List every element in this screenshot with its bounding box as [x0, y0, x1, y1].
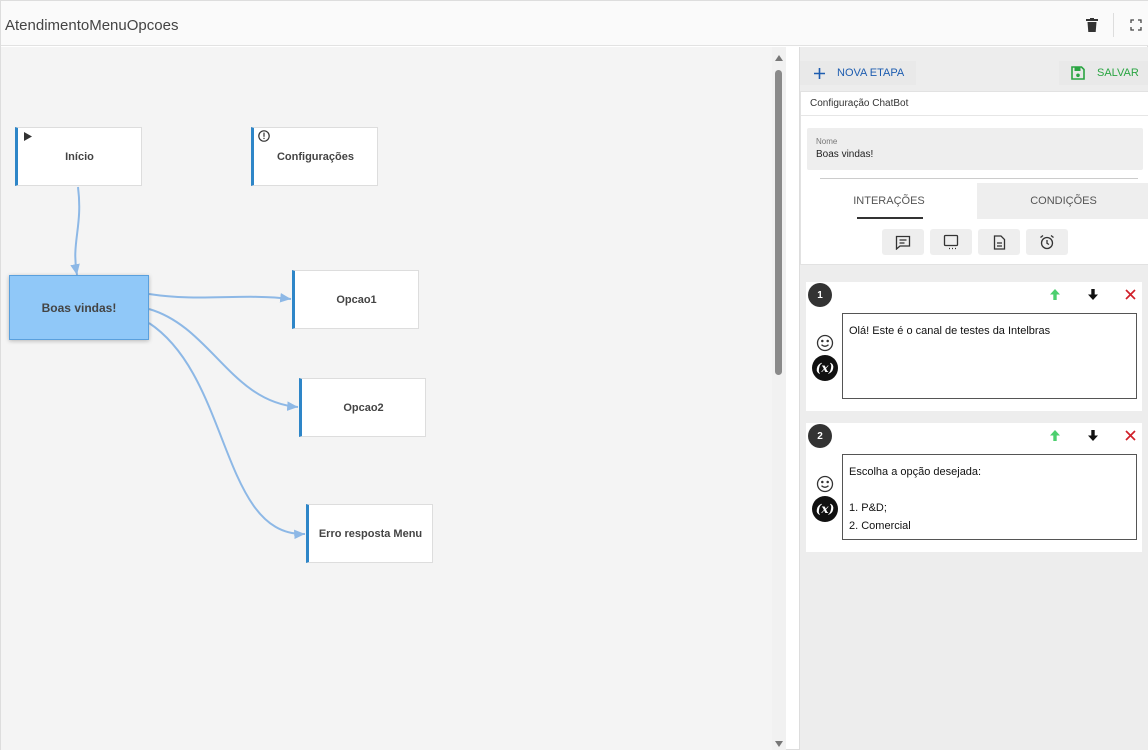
edge-inicio-boas: [70, 186, 81, 276]
message-textarea[interactable]: Escolha a opção desejada: 1. P&D; 2. Com…: [842, 454, 1137, 540]
flow-node-opcao2[interactable]: Opcao2: [299, 378, 426, 437]
scrollbar-thumb[interactable]: [775, 70, 782, 375]
active-tab-indicator: [857, 217, 923, 219]
save-label: SALVAR: [1097, 67, 1139, 79]
message-icon: [895, 235, 911, 250]
interaction-number: 2: [808, 424, 832, 448]
config-card-title: Configuração ChatBot: [810, 98, 909, 109]
flow-node-configuracoes[interactable]: Configurações: [251, 127, 378, 186]
flow-node-label: Início: [65, 150, 94, 163]
flow-node-opcao1[interactable]: Opcao1: [292, 270, 419, 329]
header-bar: AtendimentoMenuOpcoes: [1, 1, 1148, 46]
flow-node-label: Opcao2: [343, 401, 384, 414]
move-up-button[interactable]: [1044, 424, 1066, 446]
flow-node-label: Erro resposta Menu: [318, 527, 423, 540]
interaction-item: 1 (x) Olá! Este é o canal de testes da I…: [806, 282, 1142, 411]
add-message-button[interactable]: [882, 229, 924, 255]
interaction-number: 1: [808, 283, 832, 307]
document-icon: [993, 234, 1005, 250]
alert-circle-icon: [258, 130, 270, 142]
card-divider: [801, 115, 1148, 116]
smiley-icon: [816, 475, 834, 493]
tab-condicoes[interactable]: CONDIÇÕES: [977, 183, 1148, 219]
config-panel: NOVA ETAPA SALVAR Configuração ChatBot N…: [799, 47, 1148, 750]
header-divider: [1113, 13, 1114, 37]
close-icon: [1124, 288, 1136, 300]
add-question-button[interactable]: [930, 229, 972, 255]
save-button[interactable]: SALVAR: [1059, 61, 1148, 85]
emoji-button[interactable]: [816, 475, 834, 493]
insert-variable-button[interactable]: (x): [812, 496, 838, 522]
app-window: AtendimentoMenuOpcoes Início Configuraçõ…: [0, 0, 1148, 750]
tab-interacoes[interactable]: INTERAÇÕES: [811, 183, 967, 219]
remove-interaction-button[interactable]: [1119, 283, 1141, 305]
chat-bubble-icon: [943, 234, 959, 250]
tab-label: INTERAÇÕES: [853, 195, 925, 207]
edge-boas-opcao2: [148, 308, 299, 411]
close-icon: [1124, 429, 1136, 441]
smiley-icon: [816, 334, 834, 352]
scroll-up-icon[interactable]: [774, 53, 784, 63]
flow-node-label: Boas vindas!: [41, 300, 117, 315]
flow-canvas[interactable]: Início Configurações Boas vindas! Opcao1…: [1, 47, 772, 750]
move-down-button[interactable]: [1082, 283, 1104, 305]
arrow-up-icon: [1050, 429, 1060, 441]
trash-icon: [1086, 18, 1098, 32]
new-step-label: NOVA ETAPA: [837, 67, 905, 79]
plus-icon: [814, 67, 825, 79]
insert-variable-button[interactable]: (x): [812, 355, 838, 381]
save-icon: [1071, 66, 1085, 80]
name-input[interactable]: Nome Boas vindas!: [807, 128, 1143, 170]
arrow-down-icon: [1088, 429, 1098, 441]
message-textarea[interactable]: Olá! Este é o canal de testes da Intelbr…: [842, 313, 1137, 399]
flow-node-label: Opcao1: [336, 293, 377, 306]
config-tabs: INTERAÇÕES CONDIÇÕES: [801, 183, 1148, 219]
tab-label: CONDIÇÕES: [1030, 195, 1097, 207]
fullscreen-button[interactable]: [1128, 17, 1144, 33]
flow-node-inicio[interactable]: Início: [15, 127, 142, 186]
edge-boas-erro: [148, 322, 306, 540]
arrow-up-icon: [1050, 288, 1060, 300]
edge-boas-opcao1: [148, 292, 292, 303]
move-down-button[interactable]: [1082, 424, 1104, 446]
new-step-button[interactable]: NOVA ETAPA: [800, 61, 916, 85]
chatbot-config-card: Configuração ChatBot Nome Boas vindas! I…: [800, 91, 1148, 265]
flow-node-label: Configurações: [276, 150, 354, 163]
delete-button[interactable]: [1084, 17, 1100, 33]
interaction-item: 2 (x) Escolha a opção desejada: 1. P&D; …: [806, 423, 1142, 552]
add-file-button[interactable]: [978, 229, 1020, 255]
name-field-label: Nome: [816, 137, 838, 146]
add-delay-button[interactable]: [1026, 229, 1068, 255]
name-field-underline: [820, 178, 1138, 179]
move-up-button[interactable]: [1044, 283, 1066, 305]
canvas-scrollbar[interactable]: [772, 47, 786, 750]
arrow-down-icon: [1088, 288, 1098, 300]
interaction-toolbar: [882, 229, 1068, 255]
fullscreen-icon: [1130, 19, 1142, 31]
play-icon: [22, 130, 34, 142]
flow-node-boas-vindas[interactable]: Boas vindas!: [9, 275, 149, 340]
page-title: AtendimentoMenuOpcoes: [5, 17, 179, 34]
remove-interaction-button[interactable]: [1119, 424, 1141, 446]
name-field-value: Boas vindas!: [816, 149, 874, 160]
flow-node-erro-resposta-menu[interactable]: Erro resposta Menu: [306, 504, 433, 563]
scroll-down-icon[interactable]: [774, 739, 784, 749]
alarm-icon: [1040, 234, 1054, 250]
emoji-button[interactable]: [816, 334, 834, 352]
